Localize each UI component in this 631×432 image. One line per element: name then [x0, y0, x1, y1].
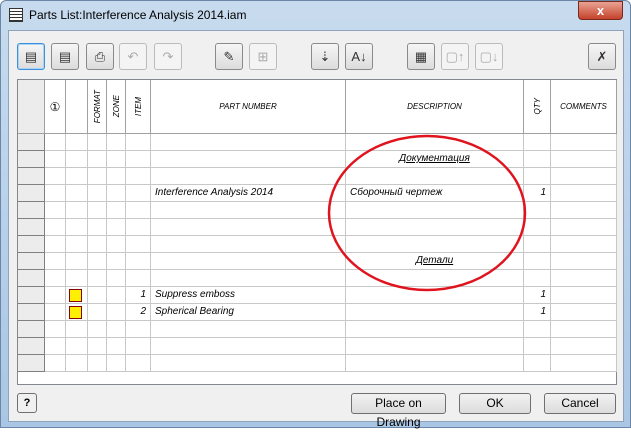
red-circle-annotation	[327, 134, 527, 292]
annotation-layer	[327, 134, 527, 292]
